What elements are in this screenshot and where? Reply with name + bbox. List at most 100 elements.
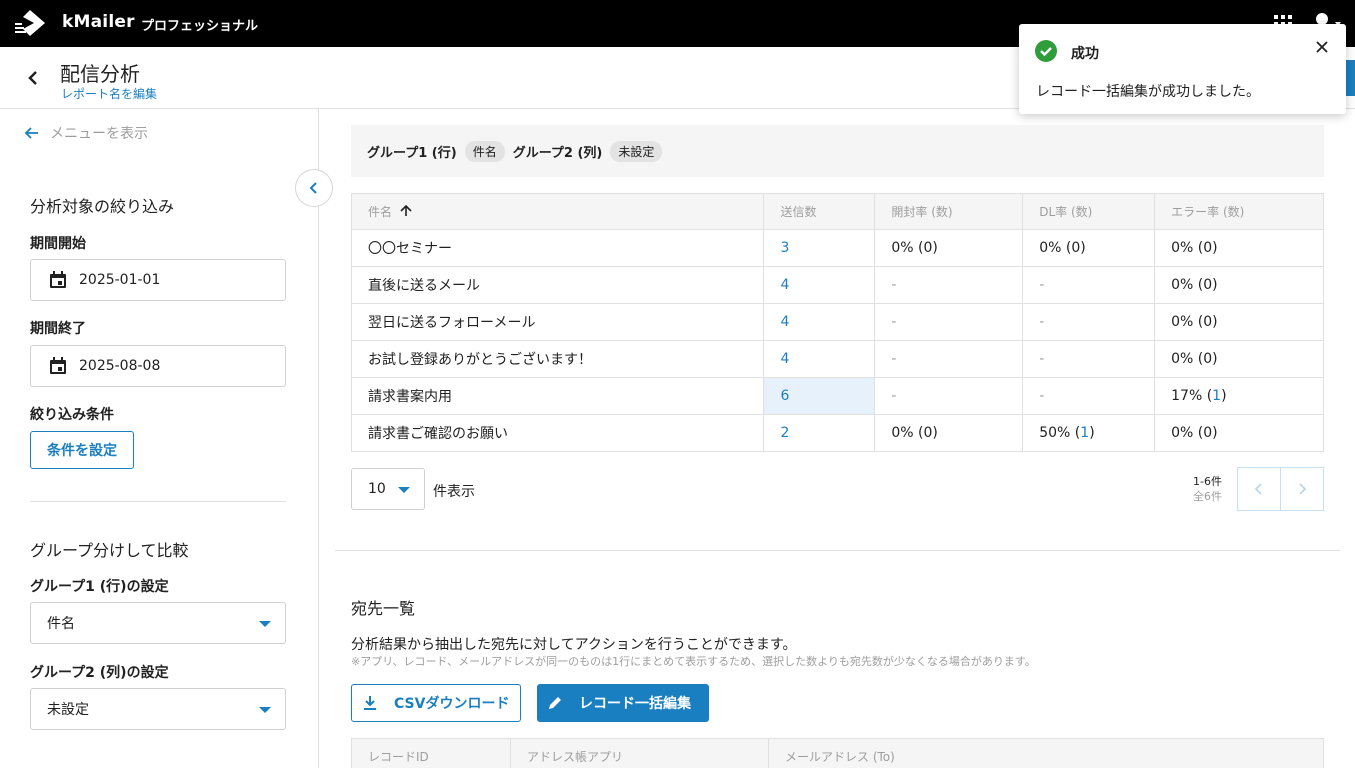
start-date-value: 2025-01-01 (79, 272, 161, 288)
group2-chip: 未設定 (610, 140, 663, 162)
brand-name: kMailer (62, 12, 135, 32)
column-header-dl-rate[interactable]: DL率 (数) (1022, 193, 1156, 230)
chevron-left-icon (1254, 483, 1262, 495)
bulk-edit-button[interactable]: レコード一括編集 (537, 684, 709, 722)
bulk-edit-label: レコード一括編集 (579, 696, 691, 712)
close-icon[interactable] (1315, 40, 1329, 54)
open-rate-cell: - (874, 340, 1024, 378)
set-condition-button[interactable]: 条件を設定 (30, 431, 134, 469)
sent-count-link[interactable]: 4 (763, 303, 876, 341)
column-header-open-rate[interactable]: 開封率 (数) (874, 193, 1024, 230)
column-header-sent[interactable]: 送信数 (763, 193, 876, 230)
table-header-row: 件名 送信数 開封率 (数) DL率 (数) エラー率 (数) (350, 193, 1324, 230)
sent-count-link[interactable]: 4 (763, 340, 876, 378)
group2-label: グループ2 (列)の設定 (30, 665, 169, 681)
show-menu-link[interactable]: メニューを表示 (24, 123, 148, 143)
dropdown-caret-icon (259, 707, 271, 713)
next-page-button[interactable] (1280, 467, 1324, 511)
csv-download-label: CSVダウンロード (394, 696, 510, 712)
table-row: 〇〇セミナー 3 0% (0) 0% (0) 0% (0) (350, 229, 1324, 267)
group1-label: グループ1 (行)の設定 (30, 579, 169, 595)
per-page-label: 件表示 (433, 484, 475, 500)
check-circle-icon (1035, 40, 1057, 62)
sort-ascending-icon (400, 205, 412, 216)
error-rate-cell: 0% (0) (1154, 266, 1324, 304)
end-date-field[interactable]: 2025-08-08 (30, 345, 286, 387)
group1-select[interactable]: 件名 (30, 602, 286, 644)
sidebar: メニューを表示 分析対象の絞り込み 期間開始 2025-01-01 期間終了 2… (0, 109, 319, 768)
arrow-left-icon (24, 127, 38, 139)
sidebar-divider (30, 501, 286, 502)
per-page-select[interactable]: 10 (351, 468, 425, 510)
dl-rate-cell: 50% (1) (1022, 414, 1156, 452)
sent-count-link[interactable]: 4 (763, 266, 876, 304)
dl-rate-cell: 0% (0) (1022, 229, 1156, 267)
section-divider (335, 550, 1340, 551)
table-row: 直後に送るメール 4 - - 0% (0) (350, 266, 1324, 304)
group2-select[interactable]: 未設定 (30, 688, 286, 730)
csv-download-button[interactable]: CSVダウンロード (351, 684, 521, 722)
column-header-record-id[interactable]: レコードID (352, 739, 511, 768)
per-page-value: 10 (368, 481, 386, 497)
error-count-link[interactable]: 1 (1212, 388, 1221, 404)
column-header-address-app[interactable]: アドレス帳アプリ (511, 739, 769, 768)
collapse-sidebar-button[interactable] (295, 169, 333, 207)
dl-rate-cell: - (1022, 340, 1156, 378)
end-date-label: 期間終了 (30, 321, 86, 337)
dropdown-caret-icon (398, 487, 410, 493)
subject-cell: 請求書ご確認のお願い (350, 414, 765, 452)
prev-page-button[interactable] (1237, 467, 1281, 511)
back-arrow-icon[interactable] (22, 67, 44, 89)
edition-label: プロフェッショナル (141, 19, 259, 34)
open-rate-cell: 0% (0) (874, 229, 1024, 267)
group-summary-bar: グループ1 (行) 件名 グループ2 (列) 未設定 (351, 125, 1324, 177)
group1-value: 件名 (47, 616, 75, 632)
download-icon (364, 696, 376, 710)
pagination-range: 1-6件 全6件 (1170, 474, 1222, 504)
table-row: お試し登録ありがとうございます！ 4 - - 0% (0) (350, 340, 1324, 378)
recipients-description: 分析結果から抽出した宛先に対してアクションを行うことができます。 (351, 637, 797, 653)
table-row: 請求書ご確認のお願い 2 0% (0) 50% (1) 0% (0) (350, 414, 1324, 452)
pencil-icon (549, 697, 561, 709)
recipients-table-header: レコードID アドレス帳アプリ メールアドレス (To) (351, 738, 1324, 768)
error-rate-cell: 0% (0) (1154, 414, 1324, 452)
calendar-icon (50, 271, 66, 288)
dl-rate-cell: - (1022, 377, 1156, 415)
start-date-label: 期間開始 (30, 236, 86, 252)
error-rate-cell: 0% (0) (1154, 229, 1324, 267)
show-menu-label: メニューを表示 (50, 126, 148, 142)
dl-count-link[interactable]: 1 (1080, 425, 1089, 441)
subject-cell: 翌日に送るフォローメール (350, 303, 765, 341)
analysis-table: 件名 送信数 開封率 (数) DL率 (数) エラー率 (数) 〇〇セミナー 3… (350, 193, 1324, 452)
column-header-email[interactable]: メールアドレス (To) (769, 739, 1323, 768)
recipients-title: 宛先一覧 (351, 599, 416, 618)
end-date-value: 2025-08-08 (79, 358, 161, 374)
dl-rate-cell: - (1022, 266, 1156, 304)
error-rate-cell: 17% (1) (1154, 377, 1324, 415)
sent-count-link[interactable]: 2 (763, 414, 876, 452)
sent-count-link[interactable]: 6 (763, 377, 876, 415)
open-rate-cell: - (874, 303, 1024, 341)
error-rate-cell: 0% (0) (1154, 303, 1324, 341)
open-rate-cell: 0% (0) (874, 414, 1024, 452)
table-row: 翌日に送るフォローメール 4 - - 0% (0) (350, 303, 1324, 341)
group1-summary-label: グループ1 (行) (367, 145, 457, 161)
column-header-subject[interactable]: 件名 (350, 193, 765, 230)
compare-section-title: グループ分けして比較 (30, 541, 189, 560)
table-row: 請求書案内用 6 - - 17% (1) (350, 377, 1324, 415)
filter-section-title: 分析対象の絞り込み (30, 197, 175, 216)
rename-report-link[interactable]: レポート名を編集 (61, 85, 157, 102)
open-rate-cell: - (874, 266, 1024, 304)
error-rate-cell: 0% (0) (1154, 340, 1324, 378)
total-text: 全6件 (1193, 490, 1222, 503)
group1-chip: 件名 (464, 140, 505, 162)
column-header-error-rate[interactable]: エラー率 (数) (1154, 193, 1324, 230)
page-title: 配信分析 (60, 62, 140, 86)
subject-cell: 請求書案内用 (350, 377, 765, 415)
subject-cell: お試し登録ありがとうございます！ (350, 340, 765, 378)
sent-count-link[interactable]: 3 (763, 229, 876, 267)
start-date-field[interactable]: 2025-01-01 (30, 259, 286, 301)
success-toast: 成功 レコード一括編集が成功しました。 (1019, 24, 1346, 114)
open-rate-cell: - (874, 377, 1024, 415)
chevron-left-icon (309, 182, 317, 194)
